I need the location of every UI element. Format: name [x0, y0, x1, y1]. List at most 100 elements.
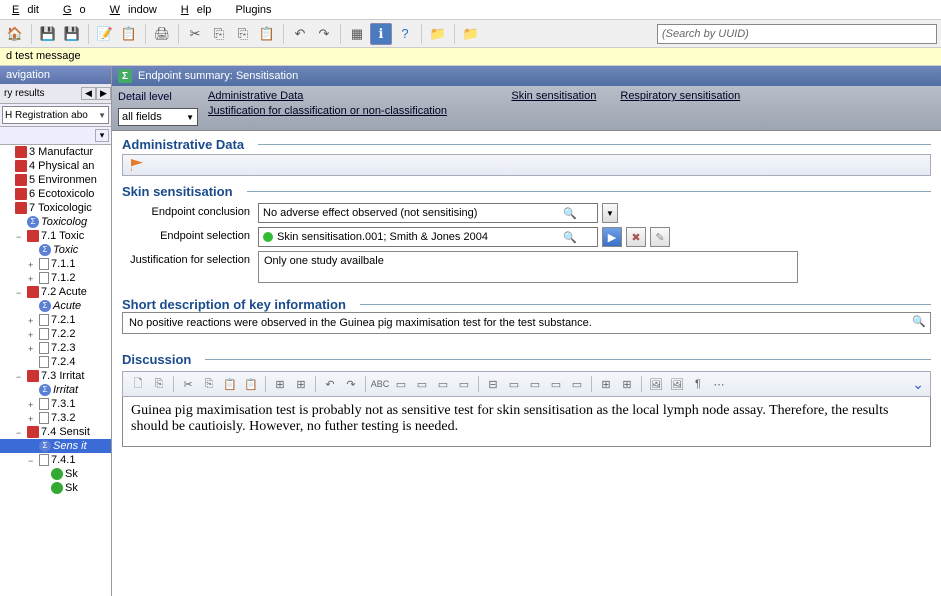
tool2-button[interactable]: 📁: [427, 23, 449, 45]
rte-para-icon[interactable]: ¶: [689, 375, 707, 393]
rte-redo-icon[interactable]: ↷: [342, 375, 360, 393]
home-button[interactable]: 🏠: [4, 23, 26, 45]
rte-b9-icon[interactable]: ▭: [568, 375, 586, 393]
tree-toggle[interactable]: +: [28, 400, 37, 409]
tree-item[interactable]: 5 Environmen: [0, 173, 111, 187]
menu-plugins[interactable]: Plugins: [227, 2, 279, 18]
rte-img2-icon[interactable]: 🖼: [668, 375, 686, 393]
copy2-button[interactable]: ⎘: [232, 23, 254, 45]
tree-item[interactable]: +7.3.1: [0, 397, 111, 411]
tree-toggle[interactable]: −: [16, 232, 25, 241]
rte-undo-icon[interactable]: ↶: [321, 375, 339, 393]
link-admin-data[interactable]: Administrative Data: [208, 90, 303, 102]
redo-button[interactable]: ↷: [313, 23, 335, 45]
rte-table2-icon[interactable]: ⊞: [292, 375, 310, 393]
tree-toggle[interactable]: +: [28, 316, 37, 325]
justification-textarea[interactable]: Only one study availbale: [258, 251, 798, 283]
tree-toggle[interactable]: +: [28, 330, 37, 339]
copy-button[interactable]: ⎘: [208, 23, 230, 45]
tool1-button[interactable]: ▦: [346, 23, 368, 45]
rte-grid2-icon[interactable]: ⊞: [618, 375, 636, 393]
tree-item[interactable]: −7.4 Sensit: [0, 425, 111, 439]
tree-item[interactable]: Sk: [0, 467, 111, 481]
tool3-button[interactable]: 📁: [460, 23, 482, 45]
link-skin-sens[interactable]: Skin sensitisation: [511, 90, 596, 102]
tree-item[interactable]: ΣAcute: [0, 299, 111, 313]
print-button[interactable]: 🖨: [151, 23, 173, 45]
rte-paste-icon[interactable]: 📋: [221, 375, 239, 393]
cut-button[interactable]: ✂: [184, 23, 206, 45]
rte-copy2-icon[interactable]: ⎘: [200, 375, 218, 393]
undo-button[interactable]: ↶: [289, 23, 311, 45]
rte-expand-icon[interactable]: ⌄: [912, 376, 924, 393]
tree-toggle[interactable]: +: [28, 260, 37, 269]
tree-toggle[interactable]: −: [16, 428, 25, 437]
rte-b1-icon[interactable]: ▭: [392, 375, 410, 393]
tree-item[interactable]: 4 Physical an: [0, 159, 111, 173]
tree-item[interactable]: ΣSens it: [0, 439, 111, 453]
tree-item[interactable]: −7.2 Acute: [0, 285, 111, 299]
tree-item[interactable]: +7.1.1: [0, 257, 111, 271]
rte-b2-icon[interactable]: ▭: [413, 375, 431, 393]
tree-item[interactable]: −7.4.1: [0, 453, 111, 467]
tree-item[interactable]: −7.3 Irritat: [0, 369, 111, 383]
paste-button[interactable]: 📋: [118, 23, 140, 45]
edit-button[interactable]: 📝: [94, 23, 116, 45]
discussion-editor[interactable]: Guinea pig maximisation test is probably…: [122, 397, 931, 447]
link-resp-sens[interactable]: Respiratory sensitisation: [620, 90, 740, 102]
menu-edit[interactable]: Edit: [4, 2, 55, 18]
save-button[interactable]: 💾: [37, 23, 59, 45]
save-all-button[interactable]: 💾: [61, 23, 83, 45]
magnifier-icon[interactable]: 🔍: [912, 315, 926, 328]
rte-paste2-icon[interactable]: 📋: [242, 375, 260, 393]
tree-item[interactable]: ΣToxic: [0, 243, 111, 257]
delete-button[interactable]: ✖: [626, 227, 646, 247]
paste2-button[interactable]: 📋: [256, 23, 278, 45]
nav-menu-button[interactable]: ▾: [95, 129, 109, 142]
rte-b7-icon[interactable]: ▭: [526, 375, 544, 393]
menu-go[interactable]: Go: [55, 2, 102, 18]
endpoint-selection-combo[interactable]: Skin sensitisation.001; Smith & Jones 20…: [258, 227, 598, 247]
tree-item[interactable]: 6 Ecotoxicolo: [0, 187, 111, 201]
nav-tab-results[interactable]: ry results: [0, 86, 81, 101]
tree-toggle[interactable]: −: [16, 288, 25, 297]
rte-copy-icon[interactable]: ⎘: [150, 375, 168, 393]
magnifier-icon[interactable]: 🔍: [563, 207, 577, 220]
rte-grid-icon[interactable]: ⊞: [597, 375, 615, 393]
tree-toggle[interactable]: +: [28, 344, 37, 353]
tree-item[interactable]: −7.1 Toxic: [0, 229, 111, 243]
menu-window[interactable]: Window: [102, 2, 173, 18]
rte-cut-icon[interactable]: ✂: [179, 375, 197, 393]
go-button[interactable]: ▶: [602, 227, 622, 247]
rte-b6-icon[interactable]: ▭: [505, 375, 523, 393]
magnifier-icon[interactable]: 🔍: [563, 231, 577, 244]
info-button[interactable]: ℹ: [370, 23, 392, 45]
tree-item[interactable]: Sk: [0, 481, 111, 495]
rte-b8-icon[interactable]: ▭: [547, 375, 565, 393]
tree-item[interactable]: ΣIrritat: [0, 383, 111, 397]
registration-combo[interactable]: H Registration abo: [2, 106, 109, 124]
nav-arrow-right[interactable]: ▶: [96, 87, 111, 100]
tree-item[interactable]: +7.2.1: [0, 313, 111, 327]
tree-item[interactable]: 7.2.4: [0, 355, 111, 369]
rte-b5-icon[interactable]: ⊟: [484, 375, 502, 393]
menu-help[interactable]: Help: [173, 2, 228, 18]
edit-selection-button[interactable]: ✎: [650, 227, 670, 247]
tree-item[interactable]: 7 Toxicologic: [0, 201, 111, 215]
rte-b3-icon[interactable]: ▭: [434, 375, 452, 393]
tree-item[interactable]: +7.3.2: [0, 411, 111, 425]
rte-more-icon[interactable]: ⋯: [710, 375, 728, 393]
tree-item[interactable]: +7.2.3: [0, 341, 111, 355]
help-button[interactable]: ?: [394, 23, 416, 45]
short-description-text[interactable]: No positive reactions were observed in t…: [122, 312, 931, 334]
rte-img-icon[interactable]: 🖼: [647, 375, 665, 393]
tree-toggle[interactable]: +: [28, 274, 37, 283]
rte-spell-icon[interactable]: ABC: [371, 375, 389, 393]
tree-item[interactable]: 3 Manufactur: [0, 145, 111, 159]
tree-toggle[interactable]: −: [16, 372, 25, 381]
tree-item[interactable]: +7.2.2: [0, 327, 111, 341]
rte-new-icon[interactable]: 🗋: [129, 375, 147, 393]
endpoint-conclusion-combo[interactable]: No adverse effect observed (not sensitis…: [258, 203, 598, 223]
tree-item[interactable]: +7.1.2: [0, 271, 111, 285]
tree-toggle[interactable]: −: [28, 456, 37, 465]
